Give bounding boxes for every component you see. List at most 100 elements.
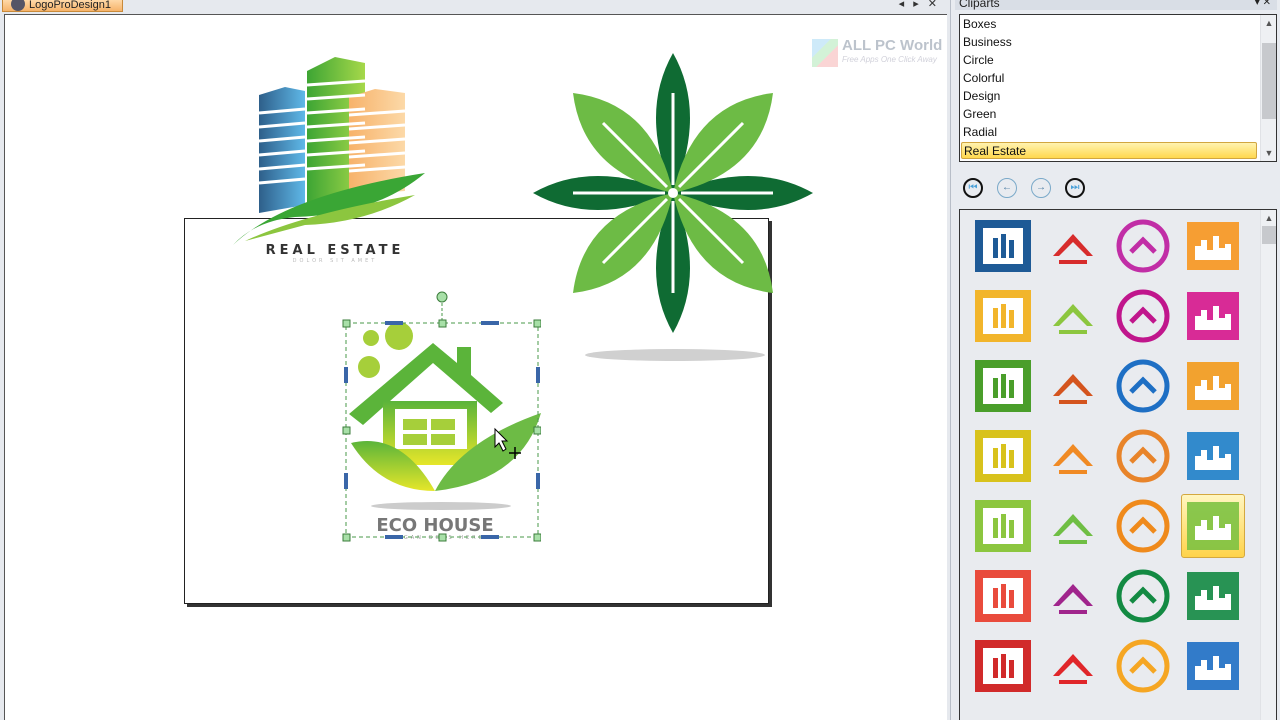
app-logo-icon [11,0,25,11]
previous-page-button[interactable]: ← [997,178,1017,198]
last-page-button[interactable]: ⏭ [1065,178,1085,198]
clipart-thumbnail-colorful-buildings-wave[interactable] [1041,284,1105,348]
last-page-icon: ⏭ [1070,182,1080,193]
clipart-thumbnail-yellow-square-house[interactable] [971,424,1035,488]
clipart-thumbnail-pixel-building-real-estate[interactable] [1111,284,1175,348]
red-box-chevron-icon [1053,654,1093,684]
clipart-gallery[interactable]: ▲ [959,209,1277,720]
panel-menu-dropdown-icon[interactable]: ▾ [1255,0,1260,8]
yellow-houses-icon [975,290,1031,342]
flower-shadow [585,349,765,361]
clipart-thumbnail-magenta-pixel-building[interactable] [1181,284,1245,348]
clipart-thumbnail-buildings-real-estate[interactable] [1041,494,1105,558]
clipart-thumbnail-orange-house-real-estate[interactable] [1181,354,1245,418]
app-window: LogoProDesign1 ◂ ▸ ✕ REAL ESTATE DOLOR S… [0,0,1280,720]
flower-petals [533,53,813,333]
colorful-company-icon [1187,642,1239,690]
first-page-icon: ⏮ [968,182,978,193]
green-circle-roof-icon [975,360,1031,412]
clipart-thumbnail-yellow-houses[interactable] [971,284,1035,348]
clipart-thumbnail-colorful-company[interactable] [1181,634,1245,698]
green-buildings-icon [1187,572,1239,620]
category-item[interactable]: Radial [961,124,1257,141]
clipart-thumbnail-blue-frame-buildings[interactable] [1181,424,1245,488]
scroll-up-icon[interactable]: ▲ [1261,15,1277,31]
real-estate-subtitle: DOLOR SIT AMET [293,258,378,264]
scroll-tabs-right-icon[interactable]: ▸ [913,0,922,10]
magenta-pixel-building-icon [1187,292,1239,340]
category-item[interactable]: Boxes [961,16,1257,33]
colorful-house-square-icon [1116,219,1170,273]
clipart-thumbnail-red-box-chevron[interactable] [1041,634,1105,698]
pixel-building-real-estate-icon [1116,289,1170,343]
category-item[interactable]: Green [961,106,1257,123]
document-area: LogoProDesign1 ◂ ▸ ✕ REAL ESTATE DOLOR S… [0,0,948,720]
clipart-thumbnail-orange-skyline[interactable] [1111,634,1175,698]
green-box-buildings-icon [1116,569,1170,623]
close-document-icon[interactable]: ✕ [928,0,940,10]
roof-wave-real-estate-icon [1116,429,1170,483]
first-page-button[interactable]: ⏮ [963,178,983,198]
rotate-handle[interactable] [436,291,448,303]
orange-bars-icon [1053,374,1093,404]
scroll-down-icon[interactable]: ▼ [1261,145,1277,161]
real-estate-title: REAL ESTATE [266,243,405,258]
clipart-thumbnail-orange-skyline-company[interactable] [1181,214,1245,278]
clipart-thumbnail-green-swoosh[interactable] [971,494,1035,558]
green-flower-logo[interactable] [525,45,825,365]
clipart-thumbnail-colorful-house-square[interactable] [1111,214,1175,278]
category-item[interactable]: Colorful [961,70,1257,87]
clipart-thumbnail-green-buildings[interactable] [1181,564,1245,628]
category-list[interactable]: ▲ ▼ Boxes Business Circle Colorful Design Gre… [959,14,1277,162]
clipart-thumbnail-rainbow-fence-company[interactable] [971,564,1035,628]
eco-house-logo[interactable]: ECO HOUSE SLOGAN GOES HERE [341,281,541,543]
blue-circle-house-icon [1116,359,1170,413]
clipart-thumbnail-eco-house[interactable] [1181,494,1245,558]
blue-building [259,87,305,213]
orange-skyline-icon [1116,639,1170,693]
clipart-thumbnail-orange-house-outline[interactable] [1041,424,1105,488]
category-item[interactable]: Circle [961,52,1257,69]
blue-buildings-frame-icon [975,220,1031,272]
category-item[interactable]: Design [961,88,1257,105]
clipart-thumbnail-orange-circle-bars[interactable] [1111,494,1175,558]
colorful-buildings-wave-icon [1053,304,1093,334]
orange-house-outline-icon [1053,444,1093,474]
next-page-icon: → [1036,182,1046,193]
clipart-thumbnail-orange-bars[interactable] [1041,354,1105,418]
green-swoosh-icon [975,500,1031,552]
red-roof-white-icon [975,640,1031,692]
orange-circle-bars-icon [1116,499,1170,553]
watermark-subtitle: Free Apps One Click Away [842,55,937,64]
category-list-scrollbar[interactable]: ▲ ▼ [1260,15,1276,161]
gallery-scroll-up-icon[interactable]: ▲ [1261,210,1276,226]
rainbow-fence-company-icon [975,570,1031,622]
clipart-thumbnail-blue-circle-house[interactable] [1111,354,1175,418]
gallery-scrollbar[interactable]: ▲ [1260,210,1276,720]
document-tab[interactable]: LogoProDesign1 [2,0,123,12]
yellow-square-house-icon [975,430,1031,482]
watermark-cube-icon [812,39,838,67]
orange-house-real-estate-icon [1187,362,1239,410]
clipart-thumbnail-red-roof-real-estate[interactable] [1041,214,1105,278]
clipart-thumbnail-blue-buildings-frame[interactable] [971,214,1035,278]
real-estate-logo[interactable]: REAL ESTATE DOLOR SIT AMET [225,45,435,265]
clipart-thumbnail-green-circle-roof[interactable] [971,354,1035,418]
cliparts-panel-header: Cliparts ▾ ✕ [955,0,1277,10]
gallery-scrollbar-thumb[interactable] [1262,226,1276,244]
document-tab-title: LogoProDesign1 [29,0,111,11]
scroll-tabs-left-icon[interactable]: ◂ [899,0,908,10]
buildings-real-estate-icon [1053,514,1093,544]
design-canvas[interactable]: REAL ESTATE DOLOR SIT AMET ECO HOUSE SLO… [4,14,947,720]
blue-frame-buildings-icon [1187,432,1239,480]
clipart-thumbnail-green-box-buildings[interactable] [1111,564,1175,628]
clipart-thumbnail-roof-wave-real-estate[interactable] [1111,424,1175,488]
panel-close-icon[interactable]: ✕ [1263,0,1271,8]
scrollbar-thumb[interactable] [1262,43,1276,119]
clipart-thumbnail-red-roof-white[interactable] [971,634,1035,698]
clipart-thumbnail-magenta-buildings-company[interactable] [1041,564,1105,628]
category-item[interactable]: Real Estate [961,142,1257,159]
category-item[interactable]: Business [961,34,1257,51]
next-page-button[interactable]: → [1031,178,1051,198]
eco-house-icon [1187,502,1239,550]
